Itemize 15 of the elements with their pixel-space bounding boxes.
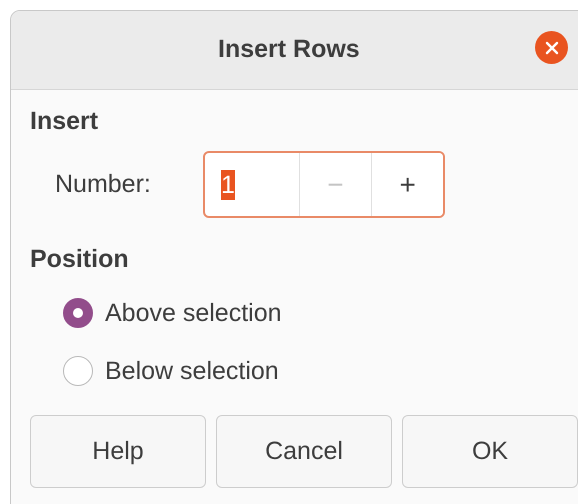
window-title: Insert Rows — [218, 35, 360, 64]
close-icon — [544, 40, 558, 54]
field-label: Number: — [55, 170, 152, 199]
dialog-button[interactable]: OK — [402, 415, 578, 488]
dialog-button[interactable]: Help — [30, 415, 206, 488]
spinbox-value: 1 — [221, 170, 235, 200]
increment-button[interactable]: + — [371, 153, 443, 216]
section-heading: Position — [30, 244, 130, 274]
radio-button[interactable] — [63, 298, 93, 328]
dialog-button[interactable]: Cancel — [216, 415, 392, 488]
radio-button[interactable] — [63, 356, 93, 386]
radio-label[interactable]: Below selection — [105, 356, 279, 386]
radio-label[interactable]: Above selection — [105, 298, 282, 328]
section-heading: Insert — [30, 106, 100, 136]
close-button[interactable] — [535, 31, 568, 64]
